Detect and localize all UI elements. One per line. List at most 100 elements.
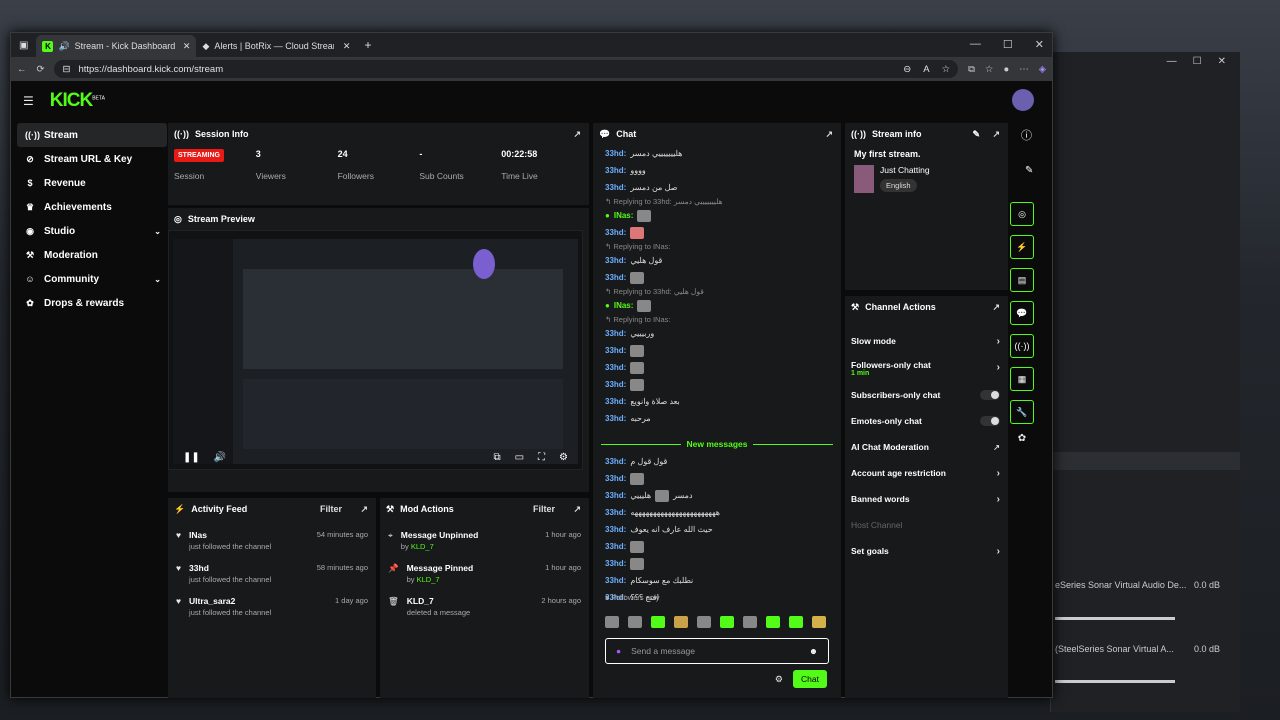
mic-icon[interactable]: ● bbox=[616, 646, 621, 656]
theatre-icon[interactable]: ▭ bbox=[515, 452, 524, 463]
sidebar-item-stream-url[interactable]: ⊘ Stream URL & Key bbox=[17, 147, 167, 171]
set-goals-setting[interactable]: Set goals › bbox=[845, 538, 1008, 564]
tab-botrix[interactable]: ◆ Alerts | BotRix — Cloud Streamin ✕ bbox=[196, 35, 356, 57]
settings-icon[interactable]: ⚙ bbox=[559, 452, 568, 463]
info-icon[interactable]: ⓘ bbox=[1021, 127, 1032, 143]
mod-by: by bbox=[406, 575, 415, 584]
send-chat-button[interactable]: Chat bbox=[793, 670, 827, 688]
chat-input[interactable]: ● Send a message ☻ bbox=[605, 638, 829, 664]
new-tab-icon[interactable]: + bbox=[364, 38, 371, 52]
menu-icon[interactable]: ☰ bbox=[23, 94, 34, 108]
chat-reply: ↰ Replying to INas: bbox=[605, 242, 671, 251]
kick-logo[interactable]: KICKBETA bbox=[50, 90, 105, 112]
maximize-icon[interactable]: ☐ bbox=[1003, 38, 1013, 51]
popout-icon[interactable]: ↗ bbox=[825, 129, 833, 140]
wrench-button[interactable]: 🔧 bbox=[1010, 400, 1034, 424]
mod-user[interactable]: KLD_7 bbox=[417, 575, 440, 584]
chat-message: 33hd: bbox=[593, 269, 841, 286]
popout-icon[interactable]: ↗ bbox=[992, 129, 1000, 140]
activity-time: 1 day ago bbox=[335, 596, 368, 605]
emote[interactable] bbox=[651, 616, 665, 628]
minimize-icon[interactable]: — bbox=[970, 38, 981, 51]
mod-action-label: Message Unpinned bbox=[400, 530, 479, 540]
filter-button[interactable]: Filter bbox=[320, 504, 342, 514]
close-tab-icon[interactable]: ✕ bbox=[183, 41, 191, 52]
back-icon[interactable]: ← bbox=[17, 64, 27, 75]
slow-mode-setting[interactable]: Slow mode › bbox=[845, 328, 1008, 354]
video-player[interactable]: ❚❚ 🔊 ⧉ ▭ ⛶ ⚙ bbox=[168, 230, 583, 470]
quick-actions-rail: ◎ ⚡ ▤ 💬 ((·)) ▦ 🔧 ✿ bbox=[1010, 202, 1034, 444]
emote[interactable] bbox=[674, 616, 688, 628]
more-icon[interactable]: ⋯ bbox=[1019, 64, 1029, 75]
mod-action-label[interactable]: KLD_7 bbox=[407, 596, 470, 606]
zoom-icon[interactable]: ⊖ bbox=[903, 64, 911, 75]
favorites-icon[interactable]: ☆ bbox=[985, 64, 994, 75]
pip-icon[interactable]: ⧉ bbox=[493, 452, 500, 463]
site-info-icon[interactable]: ⊟ bbox=[62, 64, 70, 75]
preview-astronaut-image bbox=[473, 249, 495, 279]
emote[interactable] bbox=[812, 616, 826, 628]
clipboard-button[interactable]: ▤ bbox=[1010, 268, 1034, 292]
sidebar-item-moderation[interactable]: ⚒ Moderation bbox=[17, 243, 167, 267]
emote[interactable] bbox=[789, 616, 803, 628]
pin-icon: 📌 bbox=[388, 563, 399, 573]
category-name[interactable]: Just Chatting bbox=[880, 165, 930, 175]
sidebar-item-achievements[interactable]: ♛ Achievements bbox=[17, 195, 167, 219]
popout-icon[interactable]: ↗ bbox=[360, 504, 368, 515]
emote[interactable] bbox=[628, 616, 642, 628]
volume-icon[interactable]: 🔊 bbox=[214, 452, 226, 463]
broadcast-button[interactable]: ((·)) bbox=[1010, 334, 1034, 358]
bg-audio-2-slider[interactable] bbox=[1055, 680, 1175, 683]
edit-icon[interactable]: ✎ bbox=[1025, 165, 1033, 176]
drops-icon[interactable]: ✿ bbox=[1010, 433, 1034, 444]
chat-settings-icon[interactable]: ⚙ bbox=[775, 674, 783, 685]
popout-icon[interactable]: ↗ bbox=[573, 504, 581, 515]
read-aloud-icon[interactable]: A bbox=[923, 64, 929, 75]
activity-user[interactable]: INas bbox=[189, 530, 271, 540]
channel-actions-panel: ⚒ Channel Actions ↗ Slow mode › Followers-o… bbox=[845, 296, 1008, 698]
emoji-icon[interactable]: ☻ bbox=[809, 646, 818, 656]
emote[interactable] bbox=[720, 616, 734, 628]
filter-button[interactable]: Filter bbox=[533, 504, 555, 514]
bolt-button[interactable]: ⚡ bbox=[1010, 235, 1034, 259]
activity-user[interactable]: Ultra_sara2 bbox=[189, 596, 271, 606]
close-tab-icon[interactable]: ✕ bbox=[343, 41, 351, 52]
tab-actions-icon[interactable]: ▣ bbox=[19, 40, 28, 51]
edit-icon[interactable]: ✎ bbox=[972, 129, 980, 140]
tab-kick-dashboard[interactable]: K 🔊 Stream - Kick Dashboard ✕ bbox=[36, 35, 197, 57]
account-age-setting[interactable]: Account age restriction › bbox=[845, 460, 1008, 486]
emote[interactable] bbox=[743, 616, 757, 628]
reload-icon[interactable]: ⟳ bbox=[37, 64, 45, 75]
avatar[interactable] bbox=[1012, 89, 1034, 111]
extensions-icon[interactable]: ⧉ bbox=[968, 64, 975, 75]
bg-audio-1-slider[interactable] bbox=[1055, 617, 1175, 620]
banned-words-setting[interactable]: Banned words › bbox=[845, 486, 1008, 512]
close-window-icon[interactable]: ✕ bbox=[1035, 38, 1044, 51]
camera-button[interactable]: ◎ bbox=[1010, 202, 1034, 226]
pause-icon[interactable]: ❚❚ bbox=[183, 452, 200, 463]
emote[interactable] bbox=[605, 616, 619, 628]
sidebar-item-community[interactable]: ☺ Community ⌄ bbox=[17, 267, 167, 291]
address-bar[interactable]: ⊟ https://dashboard.kick.com/stream ⊖ A … bbox=[54, 60, 959, 78]
emote[interactable] bbox=[766, 616, 780, 628]
mod-user[interactable]: KLD_7 bbox=[411, 542, 434, 551]
profile-icon[interactable]: ● bbox=[1003, 64, 1009, 75]
emote[interactable] bbox=[697, 616, 711, 628]
copilot-icon[interactable]: ◈ bbox=[1039, 64, 1046, 75]
sidebar-item-studio[interactable]: ◉ Studio ⌄ bbox=[17, 219, 167, 243]
favorite-icon[interactable]: ☆ bbox=[942, 64, 951, 75]
subscribers-only-toggle[interactable] bbox=[980, 390, 1000, 400]
emotes-only-toggle[interactable] bbox=[980, 416, 1000, 426]
followers-only-setting[interactable]: Followers-only chat 1 min › bbox=[845, 354, 1008, 382]
fullscreen-icon[interactable]: ⛶ bbox=[538, 452, 545, 463]
popout-icon[interactable]: ↗ bbox=[573, 129, 581, 140]
layout-button[interactable]: ▦ bbox=[1010, 367, 1034, 391]
sidebar-item-stream[interactable]: ((·)) Stream bbox=[17, 123, 167, 147]
sidebar-item-revenue[interactable]: $ Revenue bbox=[17, 171, 167, 195]
chat-button[interactable]: 💬 bbox=[1010, 301, 1034, 325]
activity-user[interactable]: 33hd bbox=[189, 563, 271, 573]
popout-icon[interactable]: ↗ bbox=[992, 302, 1000, 313]
preview-screen bbox=[173, 239, 578, 464]
sidebar-item-drops[interactable]: ✿ Drops & rewards bbox=[17, 291, 167, 315]
ai-moderation-setting[interactable]: AI Chat Moderation ↗ bbox=[845, 434, 1008, 460]
